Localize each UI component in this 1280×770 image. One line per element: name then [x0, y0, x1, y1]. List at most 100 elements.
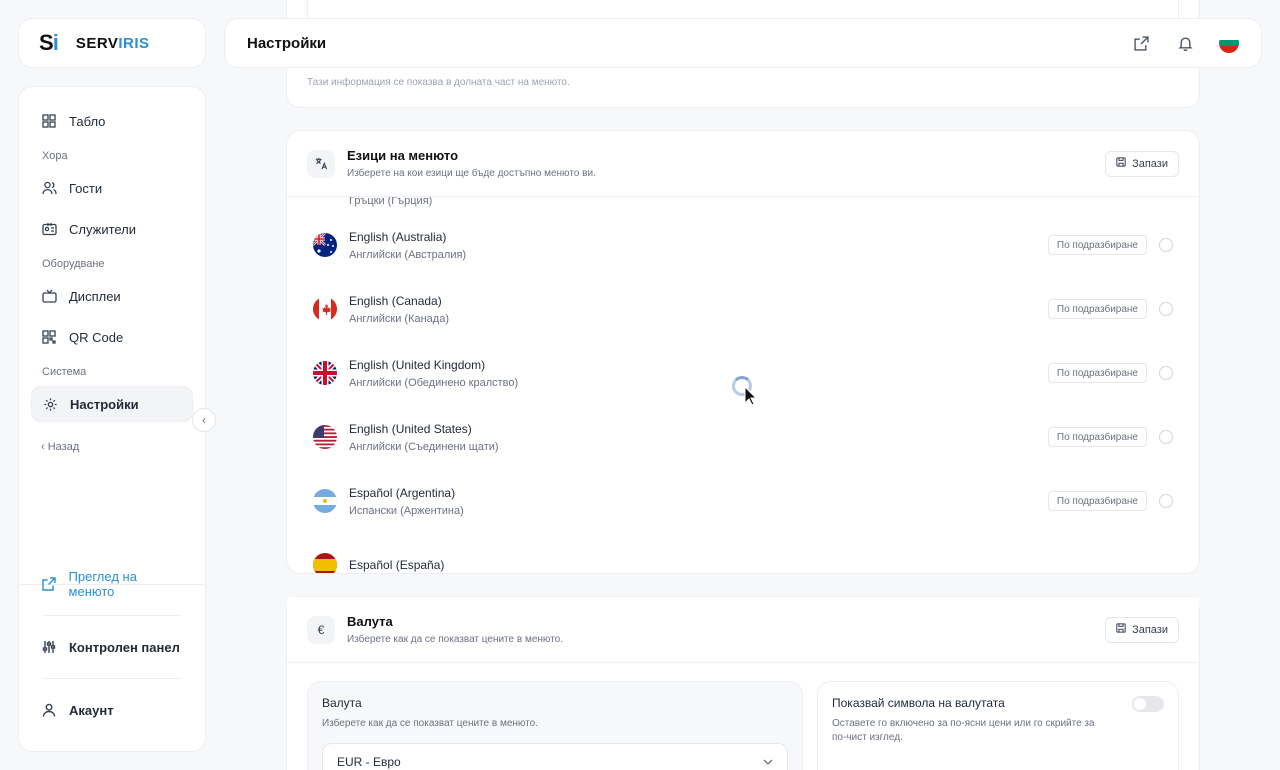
currency-card: € Валута Изберете как да се показват цен… — [286, 596, 1200, 770]
set-default-button[interactable]: По подразбиране — [1047, 299, 1147, 319]
languages-title: Езици на менюто — [347, 148, 459, 163]
id-card-icon — [41, 221, 57, 237]
currency-select-value: EUR - Евро — [337, 755, 401, 769]
language-list: Гръцки (Гърция) English (Australia) Англ… — [287, 171, 1199, 573]
gear-icon — [42, 396, 58, 412]
argentina-flag-icon — [313, 489, 337, 513]
sidebar-item-settings[interactable]: Настройки — [31, 386, 193, 422]
control-panel-label: Контролен панел — [69, 639, 180, 655]
languages-subtitle: Изберете на кои езици ще бъде достъпно м… — [347, 168, 596, 179]
set-default-button[interactable]: По подразбиране — [1047, 235, 1147, 255]
language-native-name: Английски (Съединени щати) — [349, 440, 499, 453]
sidebar-item-label: Настройки — [70, 396, 139, 412]
preview-menu-label: Преглед на менюто — [68, 569, 137, 599]
set-default-button[interactable]: По подразбиране — [1047, 363, 1147, 383]
euro-icon: € — [307, 615, 335, 644]
sidebar-item-staff[interactable]: Служители — [31, 211, 193, 247]
sidebar-item-guests[interactable]: Гости — [31, 170, 193, 206]
language-row[interactable]: Español (Argentina) Испански (Аржентина)… — [287, 469, 1199, 533]
sidebar-item-label: Табло — [69, 113, 106, 129]
currency-select[interactable]: EUR - Евро — [322, 743, 788, 770]
language-radio[interactable] — [1159, 366, 1173, 380]
set-default-button[interactable]: По подразбиране — [1047, 427, 1147, 447]
language-row[interactable]: English (United States) Английски (Съеди… — [287, 405, 1199, 469]
currency-select-card: Валута Изберете как да се показват ценит… — [307, 681, 803, 770]
logo-text: SERVIRIS — [75, 34, 150, 52]
language-radio[interactable] — [1159, 238, 1173, 252]
sidebar-section-system: Система — [42, 366, 87, 378]
sidebar-bottom: Преглед на менюто Контролен панел Акаунт — [31, 562, 193, 741]
currency-title: Валута — [347, 614, 393, 629]
language-name: English (Canada) — [349, 293, 442, 308]
sliders-icon — [41, 639, 57, 655]
tv-icon — [41, 288, 57, 304]
currency-select-desc: Изберете как да се показват цените в мен… — [322, 718, 538, 729]
sidebar-item-qr-code[interactable]: QR Code — [31, 319, 193, 355]
sidebar-section-equipment: Оборудване — [42, 258, 105, 270]
sidebar-item-label: Служители — [69, 221, 137, 237]
user-icon — [41, 702, 57, 718]
translate-icon — [307, 149, 335, 178]
save-icon — [1116, 157, 1126, 170]
united-kingdom-flag-icon — [313, 361, 337, 385]
users-icon — [41, 180, 57, 196]
sidebar-item-dashboard[interactable]: Табло — [31, 103, 193, 139]
spain-flag-icon — [313, 553, 337, 573]
account-link[interactable]: Акаунт — [31, 688, 193, 732]
sidebar-section-people: Хора — [42, 150, 68, 162]
bulgaria-flag-icon — [1219, 33, 1239, 53]
language-row[interactable]: English (Australia) Английски (Австралия… — [287, 213, 1199, 277]
header: Настройки — [224, 18, 1262, 68]
language-row[interactable]: English (Canada) Английски (Канада) По п… — [287, 277, 1199, 341]
set-default-button[interactable]: По подразбиране — [1047, 491, 1147, 511]
back-link[interactable]: ‹ Назад — [31, 427, 193, 467]
language-native-name: Английски (Канада) — [349, 312, 449, 325]
sidebar-item-label: Дисплеи — [69, 288, 121, 304]
control-panel-link[interactable]: Контролен панел — [31, 625, 193, 669]
currency-symbol-toggle[interactable] — [1132, 696, 1164, 712]
account-label: Акаунт — [69, 702, 114, 718]
preview-menu-link[interactable]: Преглед на менюто — [31, 562, 193, 606]
sidebar-item-displays[interactable]: Дисплеи — [31, 278, 193, 314]
currency-select-title: Валута — [322, 696, 362, 710]
collapse-sidebar-button[interactable]: ‹ — [192, 408, 216, 432]
external-link-icon — [41, 576, 57, 592]
language-radio[interactable] — [1159, 494, 1173, 508]
language-flag-bg-button[interactable] — [1219, 33, 1239, 53]
canada-flag-icon — [313, 297, 337, 321]
language-radio[interactable] — [1159, 302, 1173, 316]
language-radio[interactable] — [1159, 430, 1173, 444]
chevron-down-icon — [763, 757, 773, 768]
sidebar-item-label: QR Code — [69, 329, 124, 345]
currency-header: € Валута Изберете как да се показват цен… — [287, 597, 1199, 663]
logo-mark: Si — [39, 30, 59, 55]
languages-card: Гръцки (Гърция) English (Australia) Англ… — [286, 130, 1200, 574]
language-native-name: Испански (Аржентина) — [349, 504, 464, 517]
currency-subtitle: Изберете как да се показват цените в мен… — [347, 634, 563, 645]
mouse-cursor-icon — [744, 385, 758, 411]
language-name: English (Australia) — [349, 229, 447, 244]
language-name: Español (España) — [349, 558, 445, 572]
currency-symbol-desc: Оставете го включено за по-ясни цени или… — [832, 718, 1095, 743]
chevron-left-icon: ‹ — [202, 413, 206, 427]
language-name: English (United Kingdom) — [349, 357, 486, 372]
page-title: Настройки — [247, 34, 327, 52]
language-name: English (United States) — [349, 421, 472, 436]
sidebar-item-label: Гости — [69, 180, 103, 196]
menu-info-note: Тази информация се показва в долната час… — [307, 77, 570, 88]
logo[interactable]: Si SERVIRIS — [18, 18, 206, 68]
language-row[interactable]: Español (España) — [287, 533, 1199, 573]
language-native-name: Английски (Обединено кралство) — [349, 376, 519, 389]
currency-save-button[interactable]: Запази — [1105, 616, 1179, 643]
external-link-icon[interactable] — [1131, 33, 1151, 53]
save-icon — [1116, 623, 1126, 636]
divider — [43, 678, 181, 679]
languages-save-button[interactable]: Запази — [1105, 150, 1179, 177]
divider — [43, 615, 181, 616]
united-states-flag-icon — [313, 425, 337, 449]
australia-flag-icon — [313, 233, 337, 257]
language-name: Español (Argentina) — [349, 485, 456, 500]
bell-icon[interactable] — [1175, 33, 1195, 53]
currency-symbol-title: Показвай символа на валутата — [832, 696, 1005, 710]
language-native-name: Английски (Австралия) — [349, 248, 467, 261]
